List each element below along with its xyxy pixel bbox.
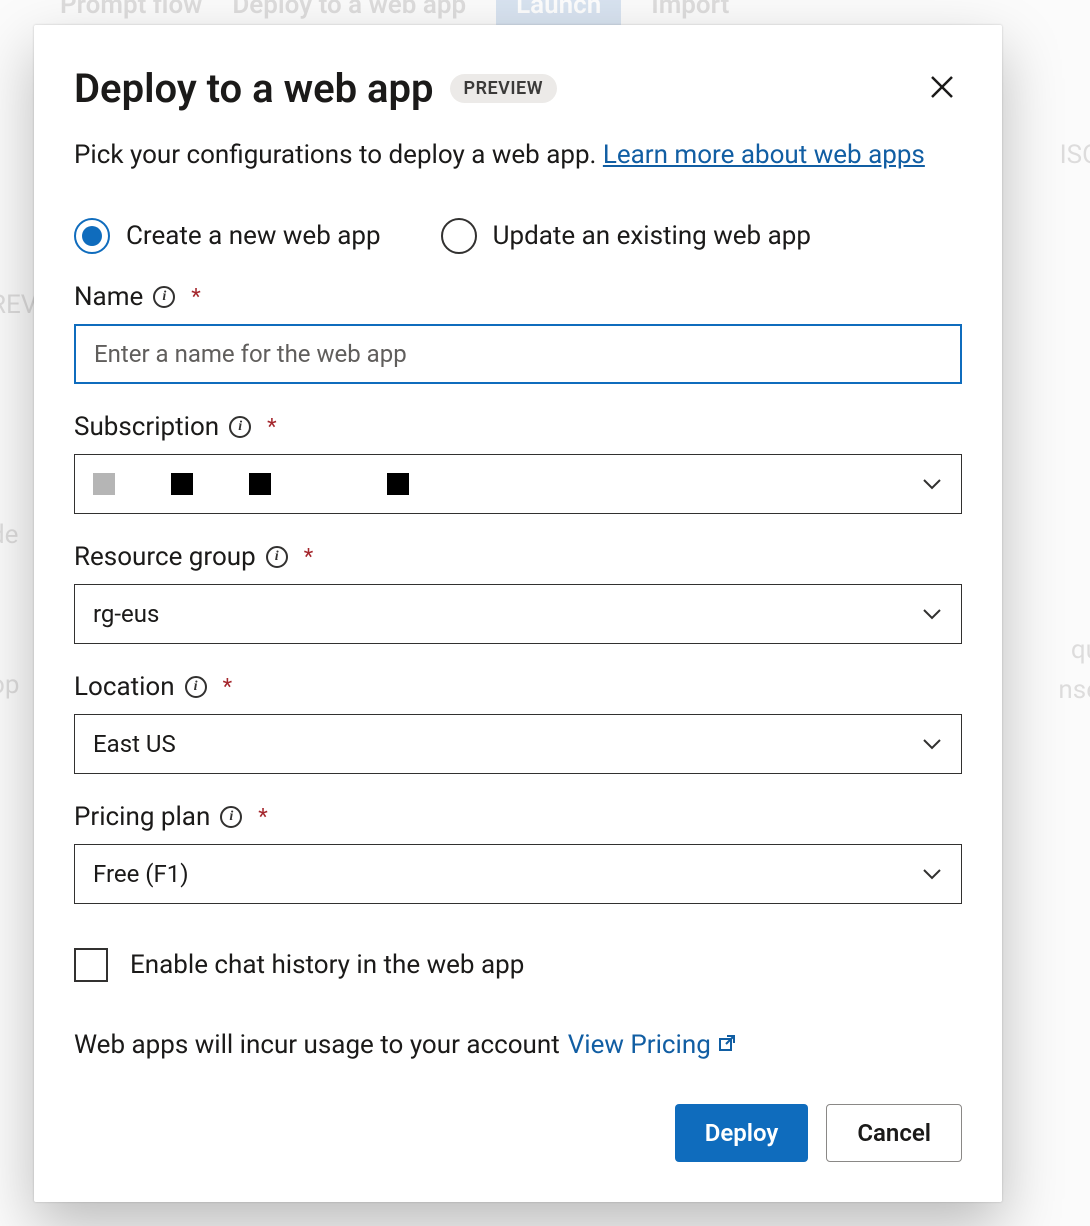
radio-update-label: Update an existing web app bbox=[493, 221, 811, 251]
pricing-plan-label: Pricing plan bbox=[74, 802, 210, 832]
required-asterisk: * bbox=[258, 805, 267, 830]
field-location: Location i * East US bbox=[74, 672, 962, 774]
radio-circle-icon bbox=[74, 218, 110, 254]
location-label: Location bbox=[74, 672, 175, 702]
bg-menu-launch: Launch bbox=[496, 0, 621, 26]
bg-menu-prompt-flow: Prompt flow bbox=[60, 0, 202, 20]
name-label: Name bbox=[74, 282, 143, 312]
pricing-plan-select[interactable]: Free (F1) bbox=[74, 844, 962, 904]
usage-note-text: Web apps will incur usage to your accoun… bbox=[74, 1030, 560, 1060]
field-resource-group-label-row: Resource group i * bbox=[74, 542, 962, 572]
required-asterisk: * bbox=[267, 415, 276, 440]
bg-right-fragment: nse bbox=[1058, 675, 1090, 705]
bg-left-fragment: de bbox=[0, 520, 18, 550]
preview-badge: PREVIEW bbox=[450, 74, 557, 103]
checkbox-box-icon bbox=[74, 948, 108, 982]
chevron-down-icon bbox=[921, 863, 943, 885]
info-icon[interactable]: i bbox=[220, 806, 242, 828]
bg-menu-deploy: Deploy to a web app bbox=[232, 0, 466, 20]
field-pricing-plan-label-row: Pricing plan i * bbox=[74, 802, 962, 832]
bg-right-fragment: ISO bbox=[1060, 140, 1090, 170]
required-asterisk: * bbox=[191, 285, 200, 310]
dialog-button-row: Deploy Cancel bbox=[74, 1104, 962, 1162]
external-link-icon bbox=[717, 1033, 737, 1053]
required-asterisk: * bbox=[304, 545, 313, 570]
deploy-button[interactable]: Deploy bbox=[675, 1104, 809, 1162]
dialog-subtitle: Pick your configurations to deploy a web… bbox=[74, 140, 962, 170]
field-name: Name i * bbox=[74, 282, 962, 384]
info-icon[interactable]: i bbox=[266, 546, 288, 568]
close-button[interactable] bbox=[922, 69, 962, 109]
field-subscription-label-row: Subscription i * bbox=[74, 412, 962, 442]
enable-chat-history-label: Enable chat history in the web app bbox=[130, 950, 524, 980]
close-icon bbox=[929, 74, 955, 103]
name-input[interactable] bbox=[74, 324, 962, 384]
dialog-title-row: Deploy to a web app PREVIEW bbox=[74, 65, 557, 112]
bg-left-fragment: op bbox=[0, 670, 19, 700]
field-name-label-row: Name i * bbox=[74, 282, 962, 312]
deploy-mode-radio-group: Create a new web app Update an existing … bbox=[74, 218, 962, 254]
chevron-down-icon bbox=[921, 473, 943, 495]
learn-more-link[interactable]: Learn more about web apps bbox=[603, 140, 925, 170]
subtitle-text: Pick your configurations to deploy a web… bbox=[74, 140, 603, 170]
required-asterisk: * bbox=[223, 675, 232, 700]
view-pricing-text: View Pricing bbox=[568, 1030, 711, 1060]
bg-menu-import: Import bbox=[651, 0, 729, 20]
field-subscription: Subscription i * bbox=[74, 412, 962, 514]
cancel-button[interactable]: Cancel bbox=[826, 1104, 962, 1162]
chevron-down-icon bbox=[921, 733, 943, 755]
info-icon[interactable]: i bbox=[185, 676, 207, 698]
location-value: East US bbox=[93, 730, 176, 758]
field-location-label-row: Location i * bbox=[74, 672, 962, 702]
radio-circle-icon bbox=[441, 218, 477, 254]
chevron-down-icon bbox=[921, 603, 943, 625]
subscription-value-redacted bbox=[93, 473, 409, 495]
resource-group-select[interactable]: rg-eus bbox=[74, 584, 962, 644]
subscription-label: Subscription bbox=[74, 412, 219, 442]
radio-create-new[interactable]: Create a new web app bbox=[74, 218, 381, 254]
enable-chat-history-checkbox[interactable]: Enable chat history in the web app bbox=[74, 948, 962, 982]
view-pricing-link[interactable]: View Pricing bbox=[568, 1030, 738, 1060]
info-icon[interactable]: i bbox=[153, 286, 175, 308]
pricing-plan-value: Free (F1) bbox=[93, 860, 189, 888]
resource-group-value: rg-eus bbox=[93, 600, 159, 628]
field-resource-group: Resource group i * rg-eus bbox=[74, 542, 962, 644]
usage-note: Web apps will incur usage to your accoun… bbox=[74, 1030, 962, 1060]
radio-update-existing[interactable]: Update an existing web app bbox=[441, 218, 811, 254]
location-select[interactable]: East US bbox=[74, 714, 962, 774]
subscription-select[interactable] bbox=[74, 454, 962, 514]
info-icon[interactable]: i bbox=[229, 416, 251, 438]
radio-create-label: Create a new web app bbox=[126, 221, 381, 251]
dialog-title: Deploy to a web app bbox=[74, 65, 434, 112]
dialog-header: Deploy to a web app PREVIEW bbox=[74, 65, 962, 112]
field-pricing-plan: Pricing plan i * Free (F1) bbox=[74, 802, 962, 904]
resource-group-label: Resource group bbox=[74, 542, 256, 572]
bg-right-fragment: qu bbox=[1071, 635, 1090, 665]
deploy-webapp-dialog: Deploy to a web app PREVIEW Pick your co… bbox=[34, 25, 1002, 1202]
